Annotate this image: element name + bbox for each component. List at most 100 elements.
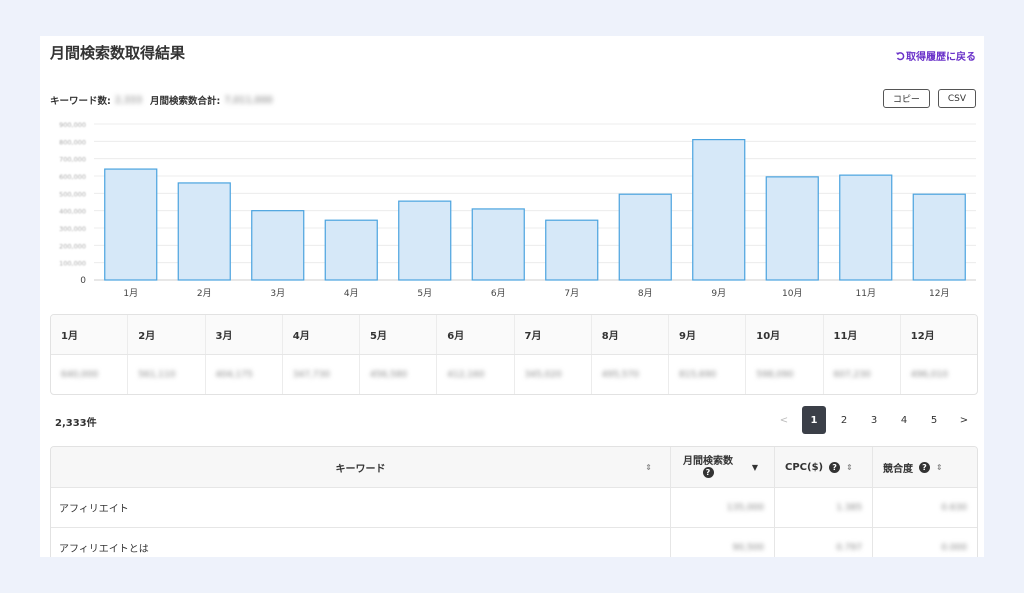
results-card: 月間検索数取得結果 取得履歴に戻る キーワード数: 2,333 月間検索数合計:… xyxy=(40,36,984,557)
keyword-table: キーワード ⇕ 月間検索数 ? ▼ CPC($) ? ⇕ 競合度 ? ⇕ アフィ… xyxy=(50,446,978,557)
month-value: 607,230 xyxy=(833,369,871,380)
x-tick-label: 6月 xyxy=(491,288,506,299)
competition-value: 0.630 xyxy=(941,502,967,513)
x-tick-label: 11月 xyxy=(856,288,876,299)
competition-value: 0.000 xyxy=(941,542,967,553)
y-tick-label: 500,000 xyxy=(59,190,86,198)
x-tick-label: 3月 xyxy=(270,288,285,299)
y-tick-label: 300,000 xyxy=(59,225,86,233)
monthly-table: 1月 2月 3月 4月 5月 6月 7月 8月 9月 10月 11月 12月 640,000 561,1… xyxy=(50,314,978,395)
y-tick-label: 600,000 xyxy=(59,173,86,181)
month-value: 815,690 xyxy=(679,369,717,380)
keyword-cell: アフィリエイトとは xyxy=(51,528,671,557)
bar[interactable] xyxy=(912,193,966,281)
x-tick-label: 10月 xyxy=(782,288,802,299)
column-header-cpc[interactable]: CPC($) ? ⇕ xyxy=(775,447,873,487)
bar[interactable] xyxy=(251,210,305,281)
month-header-cell: 10月 xyxy=(746,315,824,354)
bar[interactable] xyxy=(765,176,819,281)
volume-value: 90,500 xyxy=(732,542,765,553)
x-tick-label: 5月 xyxy=(417,288,432,299)
month-value: 345,020 xyxy=(524,369,562,380)
help-icon[interactable]: ? xyxy=(919,461,930,473)
keyword-cell: アフィリエイト xyxy=(51,488,671,527)
pagination-prev[interactable]: < xyxy=(772,406,796,434)
summary-line: キーワード数: 2,333 月間検索数合計: 7,011,000 xyxy=(50,93,281,108)
month-header-cell: 2月 xyxy=(128,315,206,354)
y-tick-label: 0 xyxy=(80,276,86,286)
pagination-next[interactable]: > xyxy=(952,406,976,434)
total-volume-label: 月間検索数合計: xyxy=(150,96,221,107)
copy-button[interactable]: コピー xyxy=(882,89,930,108)
pagination: < 1 2 3 4 5 > xyxy=(772,406,976,434)
month-value-cell: 640,000 xyxy=(51,355,129,394)
sort-icon[interactable]: ⇕ xyxy=(645,463,652,472)
bar[interactable] xyxy=(618,193,672,281)
undo-arrow-icon xyxy=(895,51,905,60)
column-header-volume[interactable]: 月間検索数 ? ▼ xyxy=(671,447,775,487)
month-value: 561,110 xyxy=(138,369,176,380)
month-value-cell: 412,160 xyxy=(437,355,515,394)
bar[interactable] xyxy=(104,168,158,281)
month-value-cell: 456,580 xyxy=(360,355,438,394)
month-value: 495,570 xyxy=(601,369,639,380)
month-header-cell: 4月 xyxy=(283,315,360,354)
y-tick-label: 100,000 xyxy=(59,260,86,268)
sort-icon[interactable]: ⇕ xyxy=(936,463,943,472)
page-button[interactable]: 2 xyxy=(832,406,856,434)
month-header-cell: 12月 xyxy=(910,331,935,342)
page-button[interactable]: 1 xyxy=(802,406,826,434)
bar[interactable] xyxy=(471,208,525,281)
month-value-cell: 496,010 xyxy=(901,355,977,394)
keyword-count-value: 2,333 xyxy=(114,94,143,106)
back-to-history-link[interactable]: 取得履歴に戻る xyxy=(895,48,976,63)
bar[interactable] xyxy=(398,200,452,281)
help-icon[interactable]: ? xyxy=(702,467,714,479)
page-button[interactable]: 4 xyxy=(892,406,916,434)
column-header-competition[interactable]: 競合度 ? ⇕ xyxy=(873,447,977,487)
cpc-value: 0.797 xyxy=(836,542,862,553)
y-tick-label: 900,000 xyxy=(59,121,86,129)
y-tick-label: 200,000 xyxy=(59,242,86,250)
bar[interactable] xyxy=(692,139,746,281)
table-row[interactable]: アフィリエイトとは 90,500 0.797 0.000 xyxy=(51,528,977,557)
action-buttons: コピー CSV xyxy=(882,89,976,108)
sort-descending-icon[interactable]: ▼ xyxy=(752,463,758,472)
column-label-cpc: CPC($) xyxy=(785,461,824,473)
month-header-cell: 9月 xyxy=(669,315,747,354)
column-label-volume: 月間検索数 xyxy=(683,455,733,467)
page-title: 月間検索数取得結果 xyxy=(50,44,186,62)
cpc-cell: 0.797 xyxy=(775,528,873,557)
monthly-volume-chart: 0 100,000 200,000 300,000 400,000 500,000 600,… xyxy=(59,121,976,299)
y-tick-label: 400,000 xyxy=(59,208,86,216)
bar[interactable] xyxy=(545,219,599,281)
month-header-cell: 8月 xyxy=(592,315,669,354)
month-value: 496,010 xyxy=(910,369,948,380)
volume-value: 135,000 xyxy=(726,502,764,513)
month-value: 404,175 xyxy=(215,369,253,380)
volume-cell: 90,500 xyxy=(671,528,775,557)
month-header-cell: 1月 xyxy=(51,315,129,354)
page-button[interactable]: 5 xyxy=(922,406,946,434)
month-header-cell: 6月 xyxy=(437,315,515,354)
column-header-keyword[interactable]: キーワード ⇕ xyxy=(51,447,671,487)
bar[interactable] xyxy=(324,219,378,281)
sort-icon[interactable]: ⇕ xyxy=(846,463,853,472)
column-label-keyword: キーワード xyxy=(335,463,386,475)
competition-cell: 0.630 xyxy=(873,488,977,527)
month-header-cell: 3月 xyxy=(206,315,283,354)
bar[interactable] xyxy=(839,174,893,281)
keyword-count-label: キーワード数: xyxy=(50,96,111,107)
csv-button[interactable]: CSV xyxy=(937,89,976,108)
x-tick-label: 12月 xyxy=(929,288,949,299)
month-header-cell: 5月 xyxy=(360,315,438,354)
month-value: 347,730 xyxy=(292,369,330,380)
month-value-cell: 598,090 xyxy=(746,355,824,394)
month-value: 456,580 xyxy=(370,369,408,380)
help-icon[interactable]: ? xyxy=(829,461,841,473)
x-tick-label: 7月 xyxy=(564,288,579,299)
table-row[interactable]: アフィリエイト 135,000 1.385 0.630 xyxy=(51,488,977,528)
month-value: 640,000 xyxy=(61,369,99,380)
bar[interactable] xyxy=(177,182,231,281)
page-button[interactable]: 3 xyxy=(862,406,886,434)
